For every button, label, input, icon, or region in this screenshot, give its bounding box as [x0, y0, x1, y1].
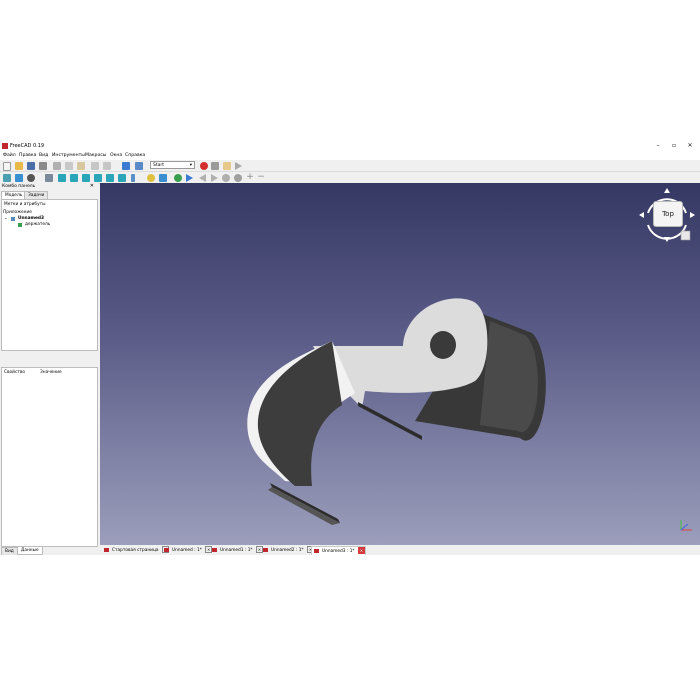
document-tabs: Стартовая страница × Unnamed : 1* × Unna…: [100, 545, 700, 555]
tree-item-part[interactable]: держатель: [25, 222, 50, 227]
view-left-icon[interactable]: [118, 174, 126, 182]
combo-panel: Комбо панель ✕ Модель Задачи Метки и атр…: [0, 183, 98, 555]
undo-icon[interactable]: [91, 162, 99, 170]
stop-macro-icon[interactable]: [211, 162, 219, 170]
menu-edit[interactable]: Правка: [19, 152, 36, 160]
redo-icon[interactable]: [103, 162, 111, 170]
back-icon[interactable]: [199, 174, 206, 182]
freecad-logo-icon: [212, 548, 217, 552]
lower-lip-face: [268, 487, 340, 525]
web-refresh-icon[interactable]: [222, 174, 230, 182]
lower-lip: [270, 483, 340, 523]
chevron-down-icon[interactable]: ⌄: [4, 216, 8, 221]
web-stop-icon[interactable]: [234, 174, 242, 182]
tree-section-label: Приложение: [3, 210, 32, 215]
value-column-header: Значение: [40, 370, 62, 375]
tree-header: Метки и атрибуты: [4, 202, 46, 207]
tab-model[interactable]: Модель: [1, 191, 27, 199]
doc-tab-start[interactable]: Стартовая страница ×: [102, 546, 169, 554]
view-top-icon[interactable]: [70, 174, 78, 182]
chevron-down-icon: ▾: [189, 163, 192, 168]
doc-tab-label: Unnamed3 : 1*: [322, 549, 355, 554]
3d-viewport[interactable]: Top: [100, 183, 700, 545]
freecad-logo-icon: [104, 548, 109, 552]
model-tree: Метки и атрибуты Приложение ⌄ Unnamed3 д…: [1, 199, 98, 351]
open-folder-icon[interactable]: [15, 162, 23, 170]
freecad-logo-icon: [263, 548, 268, 552]
tab-view[interactable]: Вид: [1, 547, 18, 555]
model-canvas: [247, 298, 546, 525]
menu-windows[interactable]: Окна: [110, 152, 122, 160]
forward-icon[interactable]: [211, 174, 218, 182]
doc-tab-label: Unnamed : 1*: [172, 548, 202, 553]
copy-icon[interactable]: [65, 162, 73, 170]
window-title: FreeCAD 0.19: [10, 143, 45, 149]
maximize-button[interactable]: ▫: [667, 140, 681, 152]
view-isometric-icon[interactable]: [45, 174, 53, 182]
record-macro-icon[interactable]: [200, 162, 208, 170]
zoom-out-icon[interactable]: −: [257, 173, 265, 182]
close-button[interactable]: ✕: [683, 140, 697, 152]
menu-help[interactable]: Справка: [125, 152, 145, 160]
fit-selection-icon[interactable]: [15, 174, 23, 182]
axis-indicator: [680, 520, 692, 531]
menu-view[interactable]: Вид: [39, 152, 48, 160]
paste-icon[interactable]: [77, 162, 85, 170]
workbench-selector[interactable]: Start ▾: [150, 161, 195, 169]
tab-data[interactable]: Данные: [17, 547, 43, 555]
property-view: Свойство Значение: [1, 367, 98, 547]
menu-file[interactable]: Файл: [3, 152, 16, 160]
menu-bar: Файл Правка Вид Инструменты Макросы Окна…: [0, 152, 700, 160]
view-front-icon[interactable]: [58, 174, 66, 182]
freecad-logo-icon: [314, 549, 319, 553]
title-bar: FreeCAD 0.19 – ▫ ✕: [0, 140, 700, 152]
tree-item-document[interactable]: Unnamed3: [18, 216, 44, 221]
whats-this-icon[interactable]: [135, 162, 143, 170]
navigation-cube[interactable]: Top: [636, 185, 698, 245]
freecad-logo-icon: [2, 143, 8, 149]
part-icon[interactable]: [147, 174, 155, 182]
slot-edge: [358, 402, 422, 440]
property-column-header: Свойство: [4, 370, 25, 375]
new-document-icon[interactable]: [3, 162, 11, 171]
close-tab-icon[interactable]: ×: [357, 547, 365, 554]
fit-all-icon[interactable]: [3, 174, 11, 182]
draw-style-icon[interactable]: [27, 174, 35, 182]
panel-title: Комбо панель: [2, 184, 36, 189]
run-macro-icon[interactable]: [235, 162, 242, 170]
refresh-icon[interactable]: [122, 162, 130, 170]
view-bottom-icon[interactable]: [106, 174, 114, 182]
doc-tab-unnamed1[interactable]: Unnamed1 : 1* ×: [210, 546, 263, 554]
doc-tab-label: Unnamed1 : 1*: [220, 548, 253, 553]
doc-tab-label: Unnamed2 : 1*: [271, 548, 304, 553]
doc-tab-label: Стартовая страница: [112, 548, 159, 553]
edit-macro-icon[interactable]: [223, 162, 231, 170]
doc-tab-unnamed3[interactable]: Unnamed3 : 1* ×: [311, 546, 366, 555]
view-right-icon[interactable]: [82, 174, 90, 182]
freecad-logo-icon: [164, 548, 169, 552]
freecad-window: FreeCAD 0.19 – ▫ ✕ Файл Правка Вид Инстр…: [0, 140, 700, 555]
menu-macro[interactable]: Макросы: [85, 152, 106, 160]
view-rear-icon[interactable]: [94, 174, 102, 182]
toolbar-file: Start ▾: [0, 160, 700, 172]
web-go-icon[interactable]: [186, 174, 193, 182]
minimize-button[interactable]: –: [651, 140, 665, 152]
mount-hole: [430, 331, 456, 359]
cut-icon[interactable]: [53, 162, 61, 170]
workbench-label: Start: [153, 163, 164, 168]
group-icon[interactable]: [159, 174, 167, 182]
menu-tools[interactable]: Инструменты: [52, 152, 85, 160]
part-feature-icon: [18, 223, 22, 227]
doc-tab-unnamed[interactable]: Unnamed : 1* ×: [162, 546, 213, 554]
web-home-icon[interactable]: [174, 174, 182, 182]
document-icon: [11, 217, 15, 221]
panel-close-icon[interactable]: ✕: [90, 183, 94, 189]
save-icon[interactable]: [27, 162, 35, 170]
print-icon[interactable]: [39, 162, 47, 170]
navcube-face-top[interactable]: Top: [653, 201, 683, 227]
zoom-in-icon[interactable]: +: [246, 173, 254, 182]
doc-tab-unnamed2[interactable]: Unnamed2 : 1* ×: [261, 546, 314, 554]
measure-icon[interactable]: [131, 174, 135, 182]
